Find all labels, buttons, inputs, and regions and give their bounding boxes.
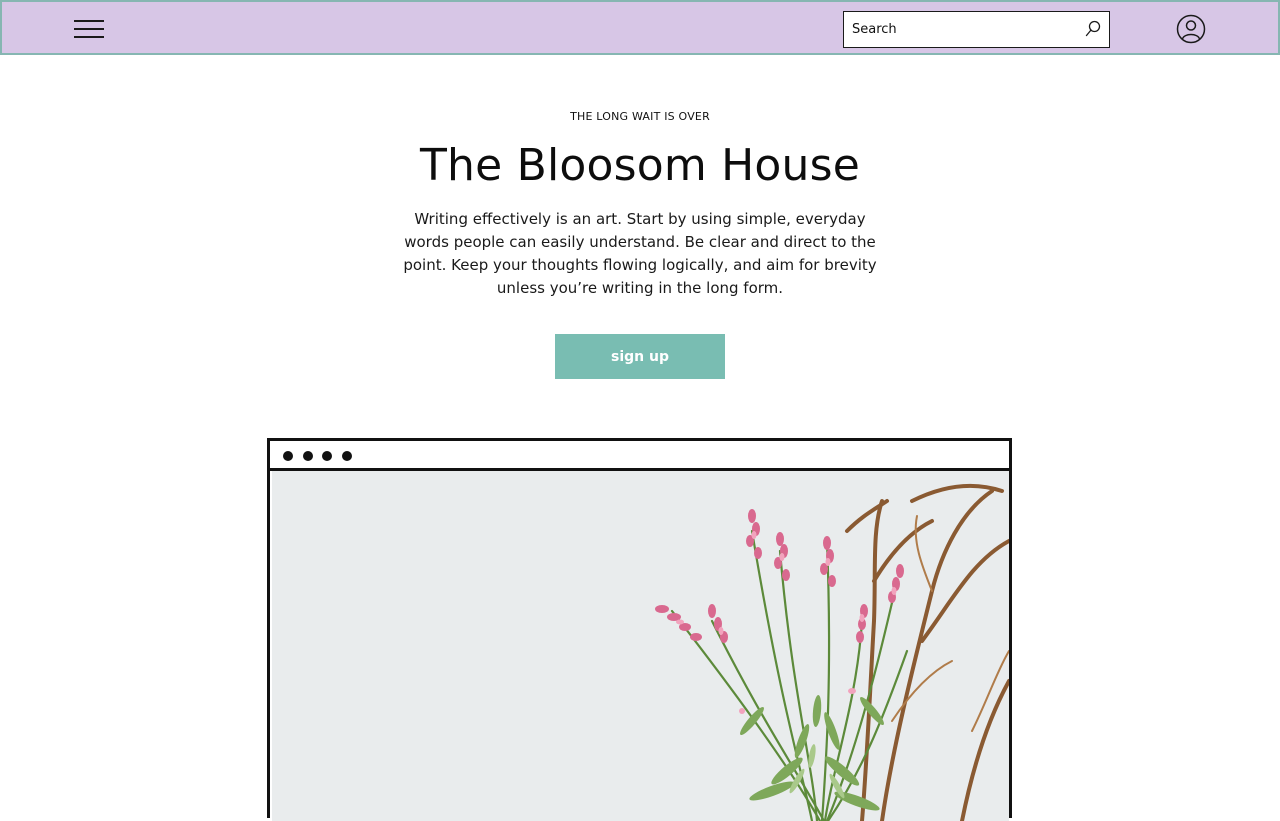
search-box	[843, 11, 1110, 48]
user-account-icon[interactable]	[1176, 14, 1206, 44]
search-icon[interactable]	[1084, 20, 1102, 38]
hero-eyebrow: THE LONG WAIT IS OVER	[570, 110, 710, 123]
lavender-branch-image	[655, 483, 1009, 821]
menu-line	[74, 36, 104, 38]
window-dot-icon	[342, 451, 352, 461]
menu-line	[74, 20, 104, 22]
search-input[interactable]	[844, 12, 1079, 46]
browser-mockup-frame	[267, 438, 1012, 821]
sign-up-button[interactable]: sign up	[555, 334, 725, 379]
hero-title: The Bloosom House	[419, 140, 861, 191]
window-dot-icon	[303, 451, 313, 461]
browser-mockup-toolbar	[270, 441, 1009, 471]
hamburger-menu-icon[interactable]	[74, 19, 106, 41]
top-navigation-bar	[0, 0, 1280, 55]
hero-image	[272, 471, 1009, 821]
menu-line	[74, 28, 104, 30]
hero-description: Writing effectively is an art. Start by …	[403, 210, 877, 297]
window-dot-icon	[322, 451, 332, 461]
window-dot-icon	[283, 451, 293, 461]
